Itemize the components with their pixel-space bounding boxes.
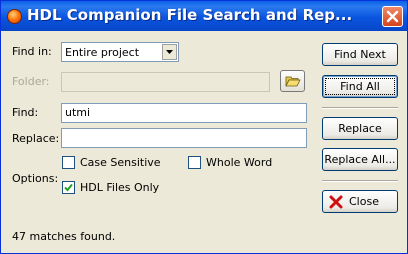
window-close-icon [386,10,399,23]
replace-input[interactable] [61,128,307,148]
folder-label: Folder: [12,75,50,88]
checkmark-icon [64,183,73,192]
find-in-label: Find in: [12,45,52,58]
red-x-icon [329,195,343,209]
search-replace-dialog: HDL Companion File Search and Rep... Fin… [0,0,408,254]
browse-folder-button[interactable] [280,70,305,92]
dropdown-arrow[interactable] [162,44,177,60]
replace-button[interactable]: Replace [322,117,398,140]
case-sensitive-checkbox[interactable] [62,156,75,169]
folder-input[interactable] [61,72,270,92]
app-icon [7,9,22,24]
chevron-down-icon [166,50,173,54]
replace-label: Replace: [12,132,60,145]
case-sensitive-label[interactable]: Case Sensitive [80,156,161,169]
whole-word-checkbox[interactable] [188,156,201,169]
button-separator-2 [322,180,398,182]
close-button[interactable]: Close [322,190,398,213]
find-in-value: Entire project [65,46,140,59]
replace-all-button[interactable]: Replace All... [322,148,398,171]
button-separator [322,107,398,109]
whole-word-label[interactable]: Whole Word [206,156,272,169]
title-bar[interactable]: HDL Companion File Search and Rep... [1,1,407,31]
hdl-files-only-checkbox[interactable] [62,181,75,194]
find-input[interactable]: utmi [61,103,307,123]
window-close-button[interactable] [382,6,403,27]
close-button-label: Close [349,195,379,208]
find-all-button[interactable]: Find All [322,75,398,98]
find-next-button[interactable]: Find Next [322,43,398,66]
find-in-dropdown[interactable]: Entire project [61,42,179,62]
status-text: 47 matches found. [12,230,116,243]
window-title: HDL Companion File Search and Rep... [27,6,353,24]
hdl-files-only-label[interactable]: HDL Files Only [80,181,159,194]
open-folder-icon [285,76,301,87]
options-label: Options: [12,172,59,185]
find-label: Find: [12,106,39,119]
